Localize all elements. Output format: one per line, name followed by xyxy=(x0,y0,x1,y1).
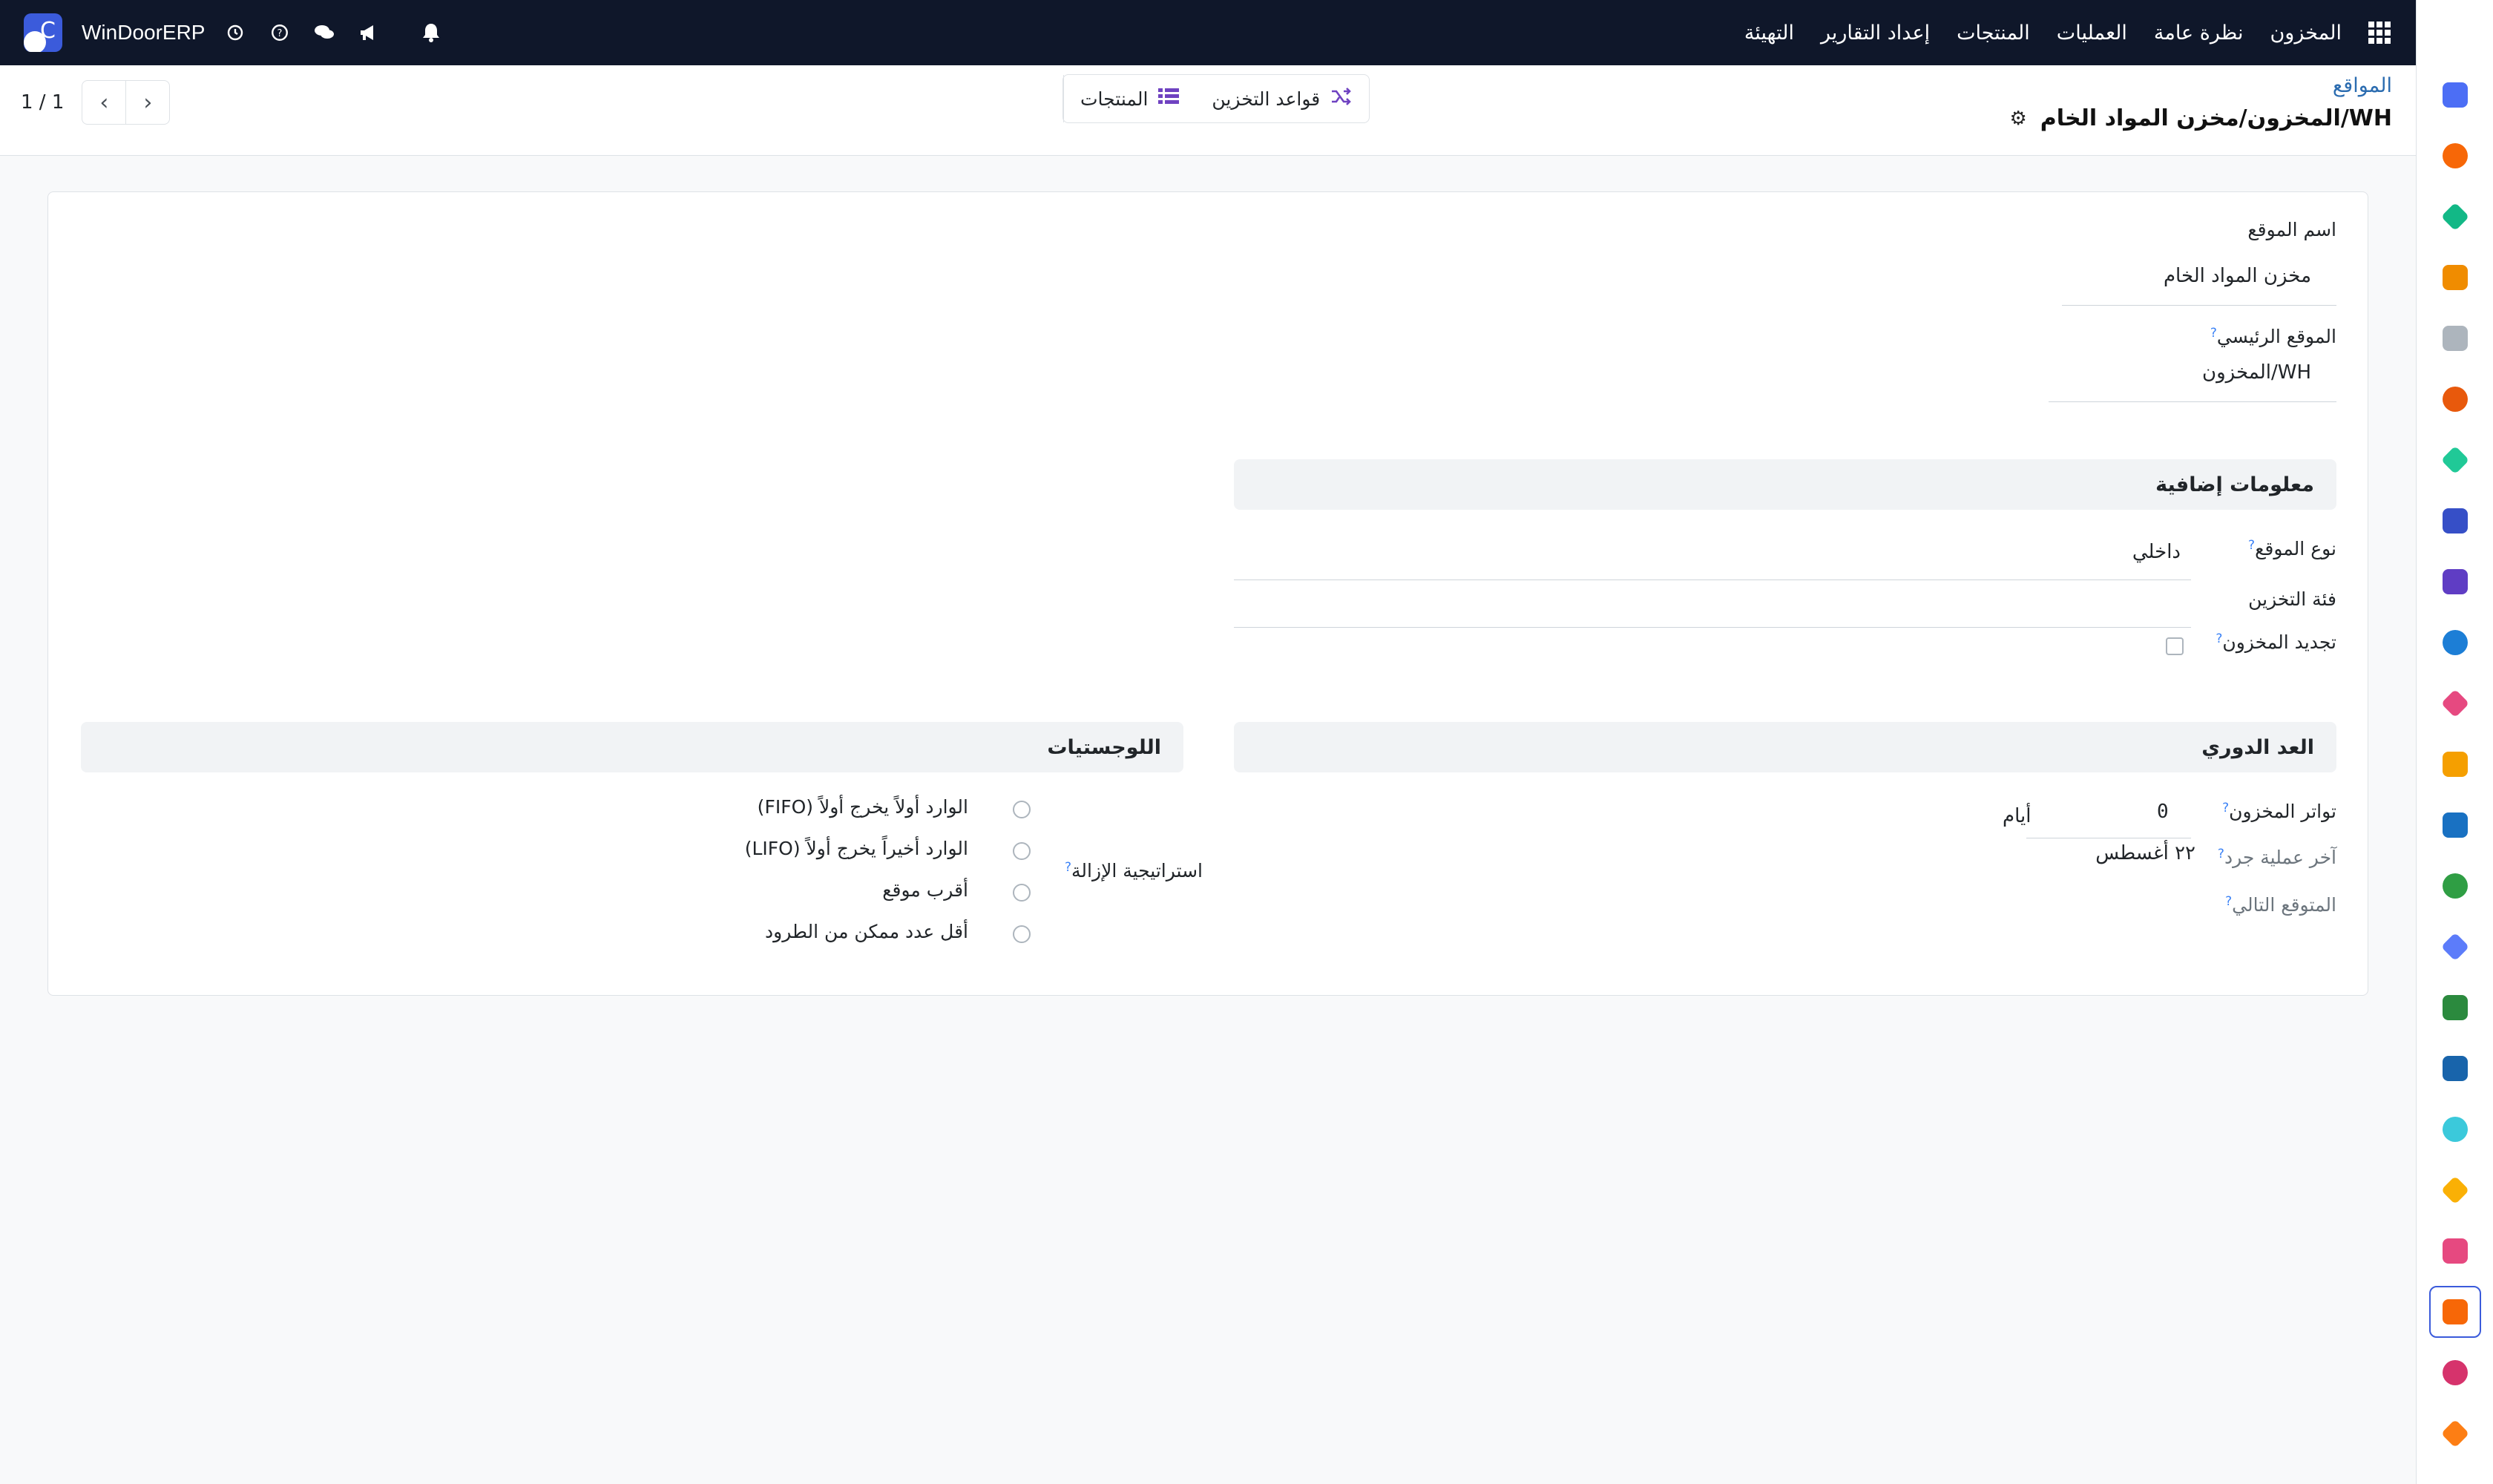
help-icon[interactable]: ? xyxy=(266,19,294,47)
inventory-frequency-unit: أيام xyxy=(2003,805,2031,827)
mail-app-icon[interactable] xyxy=(2436,76,2474,114)
help-icon[interactable]: ? xyxy=(2216,631,2222,646)
next-expected-label: المتوقع التالي? xyxy=(2225,894,2336,916)
funnel-app-icon[interactable] xyxy=(2436,197,2474,236)
location-name-input[interactable]: مخزن المواد الخام xyxy=(2164,265,2311,287)
cyclic-count-header: العد الدوري xyxy=(1234,722,2336,772)
svg-text:?: ? xyxy=(277,28,283,39)
removal-least-packages-label[interactable]: أقل عدد ممكن من الطرود xyxy=(765,921,968,942)
replenish-label: تجديد المخزون? xyxy=(2216,631,2336,653)
chat-icon[interactable] xyxy=(310,19,338,47)
removal-fifo-label[interactable]: الوارد أولاً يخرج أولاً (FIFO) xyxy=(758,796,968,818)
storage-category-label: فئة التخزين xyxy=(2248,588,2336,610)
box-app-icon[interactable] xyxy=(2436,319,2474,358)
app-sidebar xyxy=(2416,0,2493,1484)
send-app-icon[interactable] xyxy=(2436,1171,2474,1209)
check-app-icon[interactable] xyxy=(2436,441,2474,479)
invoice-app-icon[interactable] xyxy=(2436,623,2474,662)
replenish-checkbox[interactable] xyxy=(2166,637,2184,655)
help-icon[interactable]: ? xyxy=(2218,847,2224,861)
wave-app-icon[interactable] xyxy=(2436,1110,2474,1149)
products-label: المنتجات xyxy=(1080,88,1149,110)
gear-icon[interactable]: ⚙ xyxy=(2009,108,2026,130)
package-app-icon[interactable] xyxy=(2436,562,2474,601)
company-logo[interactable]: C xyxy=(24,13,62,52)
location-name-underline xyxy=(2062,305,2336,306)
parent-location-underline xyxy=(2049,401,2336,402)
removal-lifo-radio[interactable] xyxy=(1013,842,1031,860)
menu-inventory[interactable]: المخزون xyxy=(2270,22,2342,45)
logistics-header: اللوجستيات xyxy=(81,722,1183,772)
removal-lifo-label[interactable]: الوارد أخيراً يخرج أولاً (LIFO) xyxy=(745,838,968,859)
inventory-frequency-input[interactable]: 0 xyxy=(2157,801,2169,823)
chat-bubble-app-icon[interactable] xyxy=(2436,137,2474,175)
storage-rules-label: قواعد التخزين xyxy=(1212,88,1321,110)
calendar-app-icon[interactable] xyxy=(2436,745,2474,784)
smart-buttons: قواعد التخزين المنتجات xyxy=(1062,74,1370,123)
pie-app-icon[interactable] xyxy=(2436,1353,2474,1392)
dashboard-app-icon[interactable] xyxy=(2436,928,2474,966)
help-icon[interactable]: ? xyxy=(2210,326,2217,341)
shuffle-icon xyxy=(1330,87,1353,111)
breadcrumb-parent[interactable]: المواقع xyxy=(2333,74,2392,97)
storage-category-underline xyxy=(1234,627,2191,628)
apps-grid-icon[interactable] xyxy=(2368,22,2391,44)
page-title: WH/المخزون/مخزن المواد الخام xyxy=(2040,105,2392,131)
pager: 1 / 1 ‹ › xyxy=(21,80,171,125)
bar-chart-app-icon[interactable] xyxy=(2436,258,2474,297)
breadcrumb: WH/المخزون/مخزن المواد الخام ⚙ xyxy=(2009,105,2392,131)
removal-least-packages-radio[interactable] xyxy=(1013,925,1031,943)
top-navbar: C WinDoorERP ? المخزون نظرة عامة العمليا… xyxy=(0,0,2416,65)
parent-location-input[interactable]: WH/المخزون xyxy=(2202,361,2311,384)
megaphone-icon[interactable] xyxy=(355,19,383,47)
form-sheet: اسم الموقع مخزن المواد الخام الموقع الرئ… xyxy=(47,191,2368,996)
menu-operations[interactable]: العمليات xyxy=(2057,22,2127,45)
help-icon[interactable]: ? xyxy=(2248,538,2255,553)
clock-icon[interactable] xyxy=(221,19,249,47)
inventory-app-icon[interactable] xyxy=(2436,380,2474,418)
menu-overview[interactable]: نظرة عامة xyxy=(2154,22,2244,45)
pager-next-button[interactable]: › xyxy=(125,80,171,125)
clock-app-icon[interactable] xyxy=(2436,1049,2474,1088)
book-app-icon[interactable] xyxy=(2436,502,2474,540)
location-type-select[interactable]: داخلي xyxy=(2132,541,2181,563)
last-count-value: ٢٢ أغسطس xyxy=(2095,842,2195,864)
card-app-icon[interactable] xyxy=(2436,1232,2474,1270)
users-app-icon[interactable] xyxy=(2436,684,2474,723)
removal-strategy-label: استراتيجية الإزالة? xyxy=(1065,860,1203,881)
help-icon[interactable]: ? xyxy=(2222,801,2229,815)
menu-products[interactable]: المنتجات xyxy=(1957,22,2030,45)
list-icon xyxy=(1158,88,1180,111)
products-button[interactable]: المنتجات xyxy=(1063,75,1195,122)
menu-reporting[interactable]: إعداد التقارير xyxy=(1821,22,1930,45)
last-count-label: آخر عملية جرد? xyxy=(2217,847,2336,868)
removal-closest-radio[interactable] xyxy=(1013,884,1031,902)
removal-closest-label[interactable]: أقرب موقع xyxy=(882,879,968,901)
sign-app-icon[interactable] xyxy=(2436,806,2474,844)
inventory-frequency-label: تواتر المخزون? xyxy=(2222,801,2336,822)
cube-app-icon[interactable] xyxy=(2429,1286,2481,1338)
whatsapp-app-icon[interactable] xyxy=(2436,988,2474,1027)
storage-rules-button[interactable]: قواعد التخزين xyxy=(1195,75,1369,122)
menu-configuration[interactable]: التهيئة xyxy=(1744,22,1794,45)
bell-icon[interactable] xyxy=(417,19,445,47)
control-panel: المواقع WH/المخزون/مخزن المواد الخام ⚙ ق… xyxy=(0,65,2416,156)
parent-location-label: الموقع الرئيسي? xyxy=(2210,326,2336,347)
help-icon[interactable]: ? xyxy=(1065,860,1071,875)
pager-previous-button[interactable]: ‹ xyxy=(82,80,127,125)
removal-fifo-radio[interactable] xyxy=(1013,801,1031,818)
pager-value[interactable]: 1 / 1 xyxy=(21,91,64,114)
additional-info-header: معلومات إضافية xyxy=(1234,459,2336,510)
location-type-label: نوع الموقع? xyxy=(2248,538,2336,559)
company-switcher[interactable]: WinDoorERP xyxy=(82,21,205,45)
location-name-label: اسم الموقع xyxy=(2247,219,2336,240)
contacts-app-icon[interactable] xyxy=(2436,867,2474,905)
help-icon[interactable]: ? xyxy=(2225,894,2232,909)
hexagon-app-icon[interactable] xyxy=(2436,1414,2474,1453)
